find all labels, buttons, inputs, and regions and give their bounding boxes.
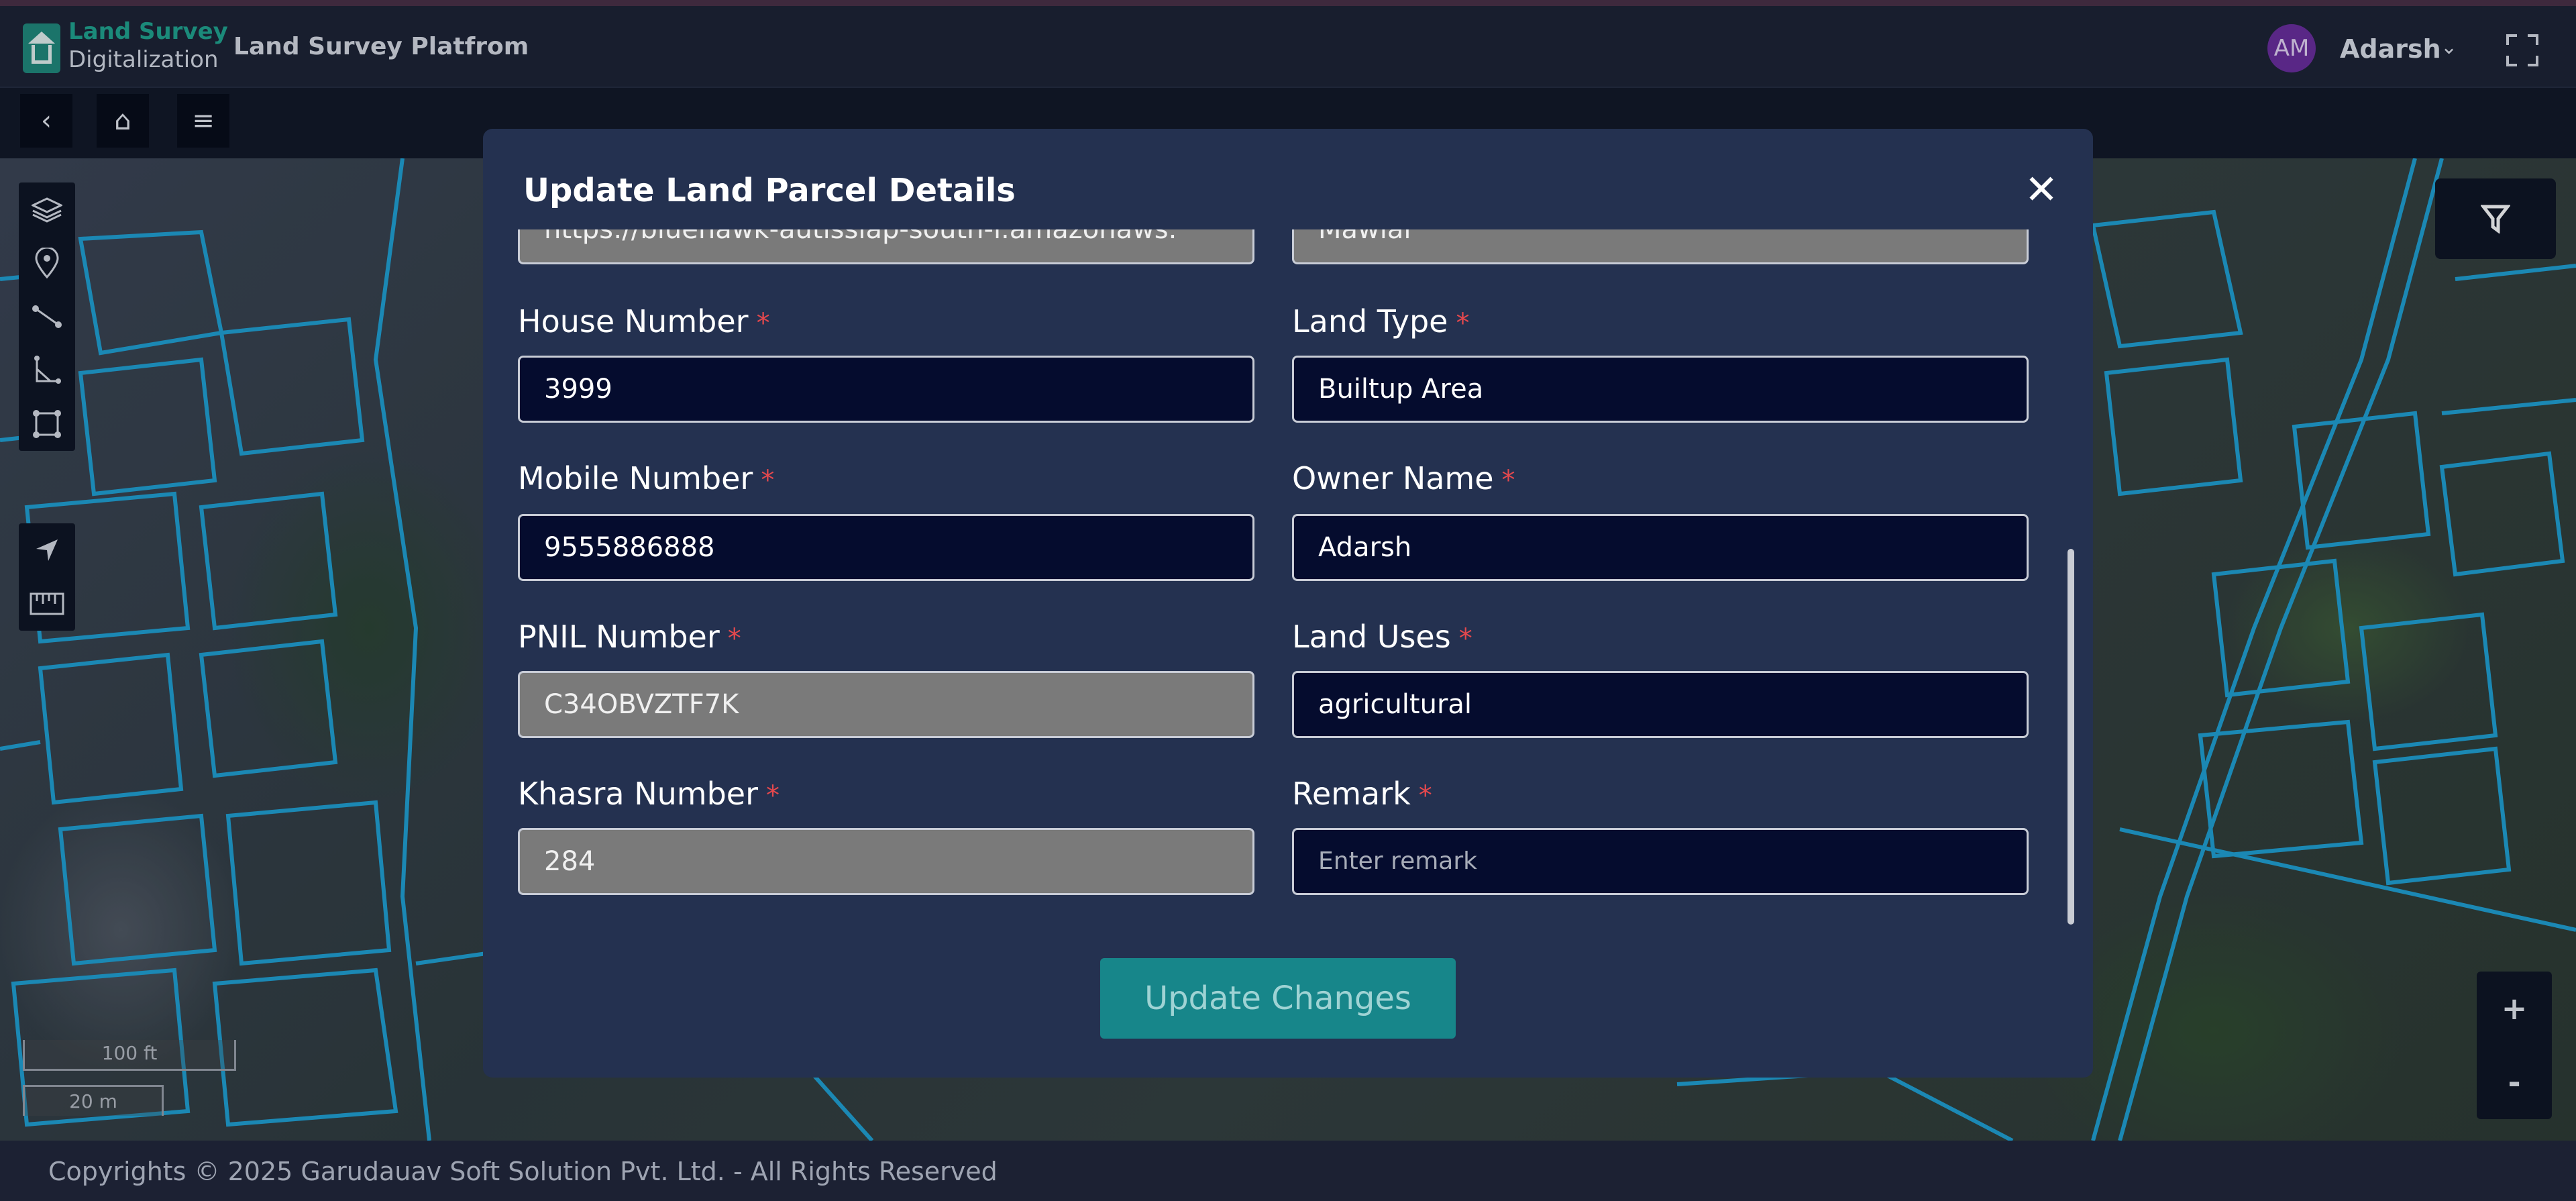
app-footer: Copyrights © 2025 Garudauav Soft Solutio… bbox=[0, 1141, 2576, 1201]
owner-name-input[interactable]: Adarsh bbox=[1292, 514, 2029, 581]
pnil-number-label: PNIL Number * bbox=[518, 619, 741, 655]
land-type-input[interactable]: Builtup Area bbox=[1292, 356, 2029, 423]
remark-label: Remark * bbox=[1292, 776, 1432, 812]
update-parcel-modal: Update Land Parcel Details ✕ https://blu… bbox=[483, 129, 2093, 1078]
modal-form-scroll[interactable]: https://bluehawk-autissiap-south-i.amazo… bbox=[483, 229, 2093, 947]
copyright-text: Copyrights © 2025 Garudauav Soft Solutio… bbox=[48, 1157, 998, 1186]
update-changes-button[interactable]: Update Changes bbox=[1100, 958, 1456, 1039]
land-type-label: Land Type * bbox=[1292, 303, 1470, 340]
khasra-number-label: Khasra Number * bbox=[518, 776, 780, 812]
house-number-label: House Number * bbox=[518, 303, 770, 340]
close-icon[interactable]: ✕ bbox=[2023, 170, 2059, 210]
modal-title: Update Land Parcel Details bbox=[523, 172, 1016, 209]
land-uses-label: Land Uses * bbox=[1292, 619, 1472, 655]
land-uses-input[interactable]: agricultural bbox=[1292, 671, 2029, 738]
house-number-input[interactable]: 3999 bbox=[518, 356, 1254, 423]
remark-input[interactable]: Enter remark bbox=[1292, 828, 2029, 895]
mobile-number-label: Mobile Number * bbox=[518, 460, 775, 497]
owner-name-label: Owner Name * bbox=[1292, 460, 1515, 497]
khasra-number-input: 284 bbox=[518, 828, 1254, 895]
partial-locality-input[interactable]: Mawlai bbox=[1292, 229, 2029, 264]
pnil-number-input: C34OBVZTF7K bbox=[518, 671, 1254, 738]
modal-scrollbar[interactable] bbox=[2068, 549, 2074, 925]
partial-image-url-input[interactable]: https://bluehawk-autissiap-south-i.amazo… bbox=[518, 229, 1254, 264]
mobile-number-input[interactable]: 9555886888 bbox=[518, 514, 1254, 581]
